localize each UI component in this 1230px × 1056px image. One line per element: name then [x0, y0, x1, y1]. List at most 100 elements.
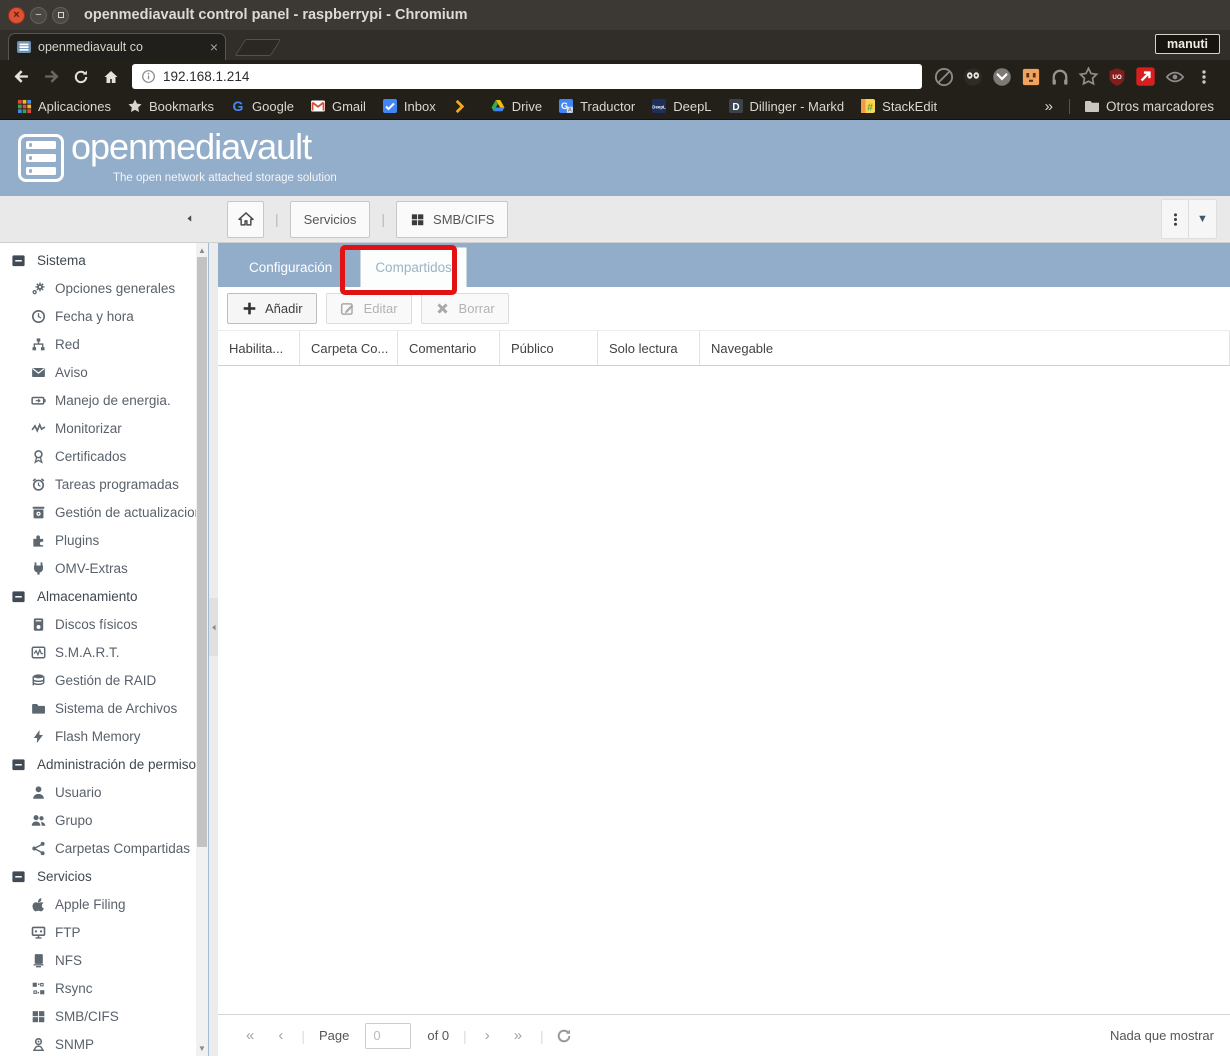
toolbar-button[interactable]: Editar — [326, 293, 412, 324]
sidebar-item[interactable]: Gestión de actualizaciones — [0, 498, 196, 526]
scrollbar-thumb[interactable] — [197, 257, 207, 847]
refresh-icon[interactable] — [556, 1027, 573, 1044]
sidebar-item[interactable]: SNMP — [0, 1030, 196, 1056]
browser-tab[interactable]: openmediavault co × — [8, 33, 226, 60]
sidebar-item[interactable]: Plugins — [0, 526, 196, 554]
scroll-up-icon[interactable]: ▲ — [198, 246, 206, 255]
sidebar-scrollbar[interactable]: ▲ ▼ — [196, 243, 208, 1056]
bookmark-item[interactable]: Inbox — [374, 98, 444, 114]
sidebar-item[interactable]: Grupo — [0, 806, 196, 834]
page-number-input[interactable] — [365, 1023, 411, 1049]
bookmark-item[interactable] — [444, 98, 482, 114]
url-bar[interactable]: 192.168.1.214 — [132, 64, 922, 89]
sidebar-splitter[interactable] — [208, 243, 218, 1056]
extension-icon[interactable] — [962, 66, 984, 88]
last-page-button[interactable]: » — [502, 1027, 534, 1044]
bookmarks-overflow-chevron[interactable]: » — [1035, 98, 1063, 115]
sidebar-item[interactable]: OMV-Extras — [0, 554, 196, 582]
extension-icon[interactable] — [1020, 66, 1042, 88]
sidebar-item[interactable]: Flash Memory — [0, 722, 196, 750]
column-header[interactable]: Habilita... — [218, 331, 300, 365]
page-dropdown-button[interactable]: ▼ — [1189, 199, 1217, 239]
extension-icon[interactable] — [1135, 66, 1157, 88]
bookmark-item[interactable]: # StackEdit — [852, 98, 945, 114]
extension-icon[interactable] — [1164, 66, 1186, 88]
browser-menu-icon[interactable] — [1193, 66, 1215, 88]
breadcrumb-smbcifs[interactable]: SMB/CIFS — [396, 201, 508, 238]
home-icon[interactable] — [98, 64, 124, 90]
breadcrumb-home-button[interactable] — [227, 201, 264, 238]
tab[interactable]: Compartidos — [360, 247, 467, 287]
bookmark-item[interactable]: Drive — [482, 98, 550, 114]
extension-icon[interactable] — [1077, 66, 1099, 88]
window-minimize-button[interactable]: − — [30, 7, 47, 24]
sidebar-collapse-icon[interactable] — [183, 210, 195, 226]
breadcrumb-servicios[interactable]: Servicios — [290, 201, 371, 238]
prev-page-button[interactable]: ‹ — [266, 1027, 295, 1044]
sidebar-item[interactable]: Tareas programadas — [0, 470, 196, 498]
window-titlebar: × − openmediavault control panel - raspb… — [0, 0, 1230, 30]
bookmark-item[interactable]: DeepL DeepL — [643, 98, 719, 114]
chevron-down-icon: ▼ — [1197, 213, 1208, 225]
extension-icon[interactable] — [1049, 66, 1071, 88]
sidebar-item[interactable]: Manejo de energia. — [0, 386, 196, 414]
column-header[interactable]: Carpeta Co... — [300, 331, 398, 365]
bookmark-item[interactable]: Gmail — [302, 98, 374, 114]
column-header[interactable]: Navegable — [700, 331, 1230, 365]
bookmark-favicon-icon: DeepL — [651, 98, 667, 114]
sidebar-item[interactable]: Red — [0, 330, 196, 358]
profile-chip[interactable]: manuti — [1155, 34, 1220, 54]
reload-icon[interactable] — [68, 64, 94, 90]
sidebar-item[interactable]: Certificados — [0, 442, 196, 470]
sidebar-item[interactable]: Discos físicos — [0, 610, 196, 638]
bookmark-item[interactable]: G Google — [222, 98, 302, 114]
next-page-button[interactable]: › — [473, 1027, 502, 1044]
tab[interactable]: Configuración — [238, 247, 343, 287]
tab-close-icon[interactable]: × — [210, 39, 218, 55]
sidebar-item[interactable]: S.M.A.R.T. — [0, 638, 196, 666]
sidebar-item[interactable]: Fecha y hora — [0, 302, 196, 330]
scroll-down-icon[interactable]: ▼ — [198, 1044, 206, 1053]
bookmark-item[interactable]: Aplicaciones — [8, 98, 119, 114]
first-page-button[interactable]: « — [234, 1027, 266, 1044]
sidebar-item-icon — [30, 644, 46, 660]
back-icon[interactable] — [8, 64, 34, 90]
page-menu-button[interactable] — [1161, 199, 1189, 239]
sidebar-item[interactable]: Servicios — [0, 862, 196, 890]
column-header[interactable]: Comentario — [398, 331, 500, 365]
extension-icon[interactable]: UO — [1106, 66, 1128, 88]
bookmark-item[interactable]: Bookmarks — [119, 98, 222, 114]
window-close-button[interactable]: × — [8, 7, 25, 24]
sidebar-item[interactable]: Monitorizar — [0, 414, 196, 442]
toolbar-button[interactable]: Añadir — [227, 293, 317, 324]
sidebar-item[interactable]: FTP — [0, 918, 196, 946]
sidebar-item[interactable]: Aviso — [0, 358, 196, 386]
sidebar-item[interactable]: NFS — [0, 946, 196, 974]
sidebar-item-icon — [30, 1036, 46, 1052]
sidebar-item[interactable]: Administración de permisos — [0, 750, 196, 778]
sidebar-item[interactable]: Apple Filing — [0, 890, 196, 918]
bookmark-item[interactable]: D Dillinger - Markd — [720, 98, 853, 114]
sidebar-item[interactable]: Sistema de Archivos — [0, 694, 196, 722]
sidebar-item[interactable]: Usuario — [0, 778, 196, 806]
extension-icon[interactable] — [991, 66, 1013, 88]
sidebar-item[interactable]: Opciones generales — [0, 274, 196, 302]
window-maximize-button[interactable] — [52, 7, 69, 24]
column-header[interactable]: Solo lectura — [598, 331, 700, 365]
sidebar-item[interactable]: Sistema — [0, 246, 196, 274]
sidebar-item[interactable]: Almacenamiento — [0, 582, 196, 610]
content-panel: Configuración Compartidos Añadir Editar B… — [218, 243, 1230, 1056]
bookmark-item[interactable]: GA Traductor — [550, 98, 643, 114]
bookmark-favicon-icon — [310, 98, 326, 114]
sidebar-item[interactable]: Carpetas Compartidas — [0, 834, 196, 862]
sidebar-item[interactable]: SMB/CIFS — [0, 1002, 196, 1030]
forward-icon[interactable] — [38, 64, 64, 90]
other-bookmarks-button[interactable]: Otros marcadores — [1076, 98, 1222, 114]
new-tab-button[interactable] — [235, 39, 282, 56]
column-header[interactable]: Público — [500, 331, 598, 365]
sidebar-item[interactable]: Rsync — [0, 974, 196, 1002]
extension-icon[interactable] — [933, 66, 955, 88]
page-info-icon[interactable] — [141, 69, 156, 84]
toolbar-button[interactable]: Borrar — [421, 293, 509, 324]
sidebar-item[interactable]: Gestión de RAID — [0, 666, 196, 694]
